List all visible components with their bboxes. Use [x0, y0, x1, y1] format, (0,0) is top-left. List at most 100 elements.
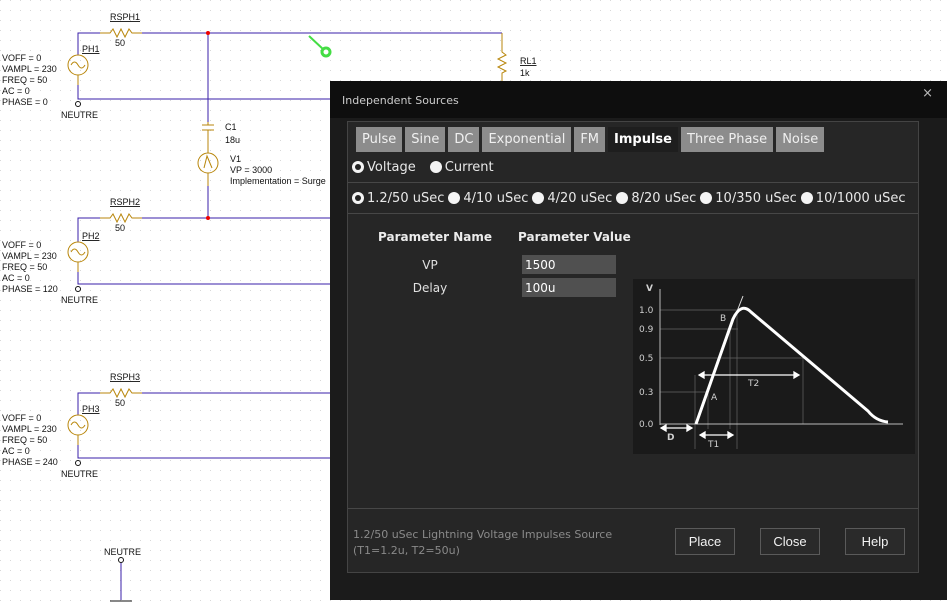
- source-param: PHASE = 0: [2, 97, 48, 107]
- neutre-terminal: [75, 286, 81, 292]
- tab-sine[interactable]: Sine: [405, 127, 446, 152]
- radio-4-20-usec[interactable]: 4/20 uSec: [532, 191, 612, 206]
- t1-label: T1: [707, 440, 719, 450]
- source-param: FREQ = 50: [2, 435, 47, 445]
- description-line: (T1=1.2u, T2=50u): [353, 544, 460, 557]
- radio-icon: [800, 192, 813, 204]
- tab-dc[interactable]: DC: [448, 127, 480, 152]
- close-button[interactable]: Close: [760, 528, 820, 555]
- neutre-terminal: [75, 460, 81, 466]
- radio-icon: [429, 161, 442, 173]
- radio-10-1000-usec[interactable]: 10/1000 uSec: [800, 190, 906, 206]
- param-value-header: Parameter Value: [518, 230, 631, 244]
- radio-1-2-50-usec[interactable]: 1.2/50 uSec: [352, 191, 444, 206]
- source-type-group: Voltage Current: [348, 152, 918, 183]
- point-b-label: B: [720, 314, 726, 324]
- radio-voltage[interactable]: Voltage: [352, 160, 416, 175]
- impulse-waveform-diagram: V 1.0 0.9 0.5 0.3 0.0 A B T2 T1 D: [633, 279, 915, 454]
- radio-icon: [352, 192, 364, 204]
- resistor-value: 50: [115, 223, 125, 233]
- place-button[interactable]: Place: [675, 528, 735, 555]
- radio-4-10-usec[interactable]: 4/10 uSec: [448, 191, 528, 206]
- c1-value: 18u: [225, 135, 240, 145]
- source-param: VOFF = 0: [2, 53, 41, 63]
- source-name: PH1: [82, 44, 100, 54]
- radio-label: 10/1000 uSec: [815, 190, 906, 206]
- source-param: PHASE = 120: [2, 284, 58, 294]
- radio-icon: [700, 192, 713, 204]
- source-param: AC = 0: [2, 446, 30, 456]
- source-name: PH3: [82, 404, 100, 414]
- radio-label: 4/10 uSec: [463, 190, 529, 206]
- param-delay-label: Delay: [412, 281, 448, 295]
- point-a-label: A: [711, 393, 718, 403]
- divider: [348, 508, 918, 509]
- help-button[interactable]: Help: [845, 528, 905, 555]
- radio-label: 10/350 uSec: [715, 190, 797, 206]
- d-label: D: [667, 433, 674, 443]
- radio-8-20-usec[interactable]: 8/20 uSec: [616, 191, 696, 206]
- radio-label: Voltage: [367, 159, 416, 175]
- tick-label: 0.5: [639, 354, 653, 364]
- rl1-name: RL1: [520, 56, 537, 66]
- radio-10-350-usec[interactable]: 10/350 uSec: [700, 191, 797, 206]
- tab-pulse[interactable]: Pulse: [356, 127, 403, 152]
- v1-impl: Implementation = Surge: [230, 176, 326, 186]
- source-param: VOFF = 0: [2, 240, 41, 250]
- independent-sources-dialog: Independent Sources × Pulse Sine DC Exponen…: [330, 81, 947, 600]
- source-param: VAMPL = 230: [2, 424, 57, 434]
- tab-fm[interactable]: FM: [574, 127, 606, 152]
- source-param: PHASE = 240: [2, 457, 58, 467]
- radio-label: 1.2/50 uSec: [367, 190, 445, 206]
- ground-label: NEUTRE: [104, 547, 141, 557]
- tick-label: 1.0: [639, 306, 654, 316]
- tick-label: 0.0: [639, 420, 654, 430]
- source-param: VAMPL = 230: [2, 64, 57, 74]
- tab-noise[interactable]: Noise: [776, 127, 825, 152]
- neutre-label: NEUTRE: [61, 110, 98, 120]
- t2-label: T2: [747, 379, 759, 389]
- param-vp-label: VP: [422, 258, 438, 272]
- source-param: FREQ = 50: [2, 262, 47, 272]
- resistor-value: 50: [115, 38, 125, 48]
- resistor-name: RSPH3: [110, 372, 140, 382]
- neutre-label: NEUTRE: [61, 295, 98, 305]
- radio-icon: [532, 192, 545, 204]
- radio-label: 4/20 uSec: [547, 190, 613, 206]
- waveform-description: 1.2/50 uSec Lightning Voltage Impulses S…: [353, 527, 612, 559]
- source-param: AC = 0: [2, 273, 30, 283]
- title-bar[interactable]: Independent Sources ×: [330, 81, 947, 118]
- source-name: PH2: [82, 231, 100, 241]
- tick-label: 0.3: [639, 388, 653, 398]
- rl1-value: 1k: [520, 68, 530, 78]
- tick-label: 0.9: [639, 325, 654, 335]
- neutre-terminal: [75, 101, 81, 107]
- source-param: VOFF = 0: [2, 413, 41, 423]
- v1-name: V1: [230, 154, 241, 164]
- param-vp-input[interactable]: [522, 255, 616, 274]
- tab-impulse[interactable]: Impulse: [608, 127, 678, 152]
- tab-three-phase[interactable]: Three Phase: [681, 127, 774, 152]
- tab-bar: Pulse Sine DC Exponential FM Impulse Three Pha…: [356, 127, 825, 152]
- close-icon[interactable]: ×: [922, 86, 933, 101]
- radio-icon: [448, 192, 461, 204]
- resistor-value: 50: [115, 398, 125, 408]
- waveform-group: 1.2/50 uSec 4/10 uSec 4/20 uSec 8/20 uSec 10…: [348, 183, 918, 214]
- junction-dot: [206, 31, 210, 35]
- c1-name: C1: [225, 122, 237, 132]
- radio-label: 8/20 uSec: [631, 190, 697, 206]
- v1-vp: VP = 3000: [230, 165, 272, 175]
- tab-exponential[interactable]: Exponential: [482, 127, 572, 152]
- source-param: VAMPL = 230: [2, 251, 57, 261]
- resistor-name: RSPH2: [110, 197, 140, 207]
- param-delay-input[interactable]: [522, 278, 616, 297]
- radio-current[interactable]: Current: [429, 159, 494, 175]
- dialog-title: Independent Sources: [342, 94, 459, 107]
- radio-label: Current: [444, 159, 494, 175]
- param-name-header: Parameter Name: [378, 230, 492, 244]
- radio-icon: [616, 192, 629, 204]
- description-line: 1.2/50 uSec Lightning Voltage Impulses S…: [353, 528, 613, 541]
- radio-icon: [352, 161, 364, 173]
- source-param: FREQ = 50: [2, 75, 47, 85]
- neutre-label: NEUTRE: [61, 469, 98, 479]
